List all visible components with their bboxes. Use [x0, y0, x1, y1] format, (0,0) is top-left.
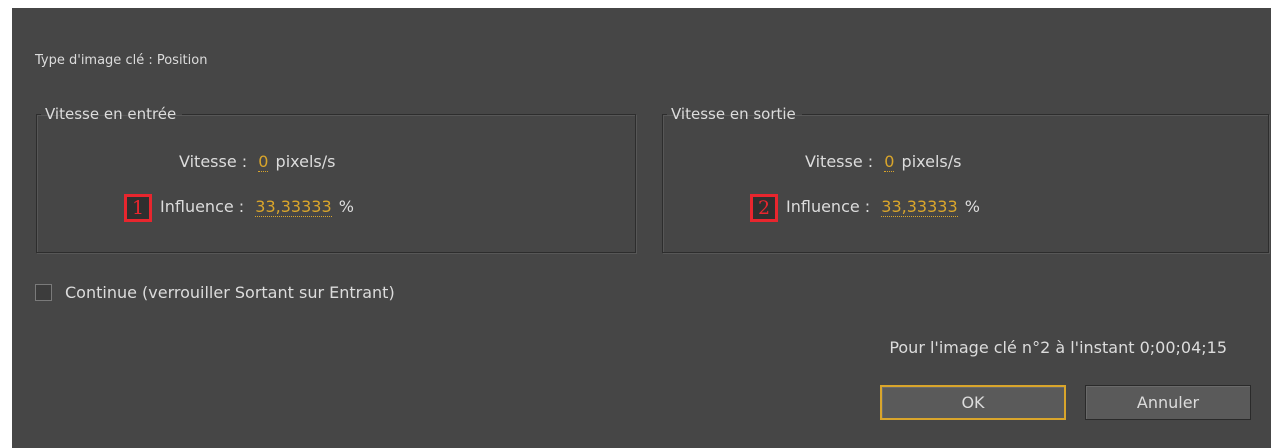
incoming-speed-value[interactable]: 0 — [258, 152, 269, 172]
annotation-marker-2: 2 — [750, 194, 778, 222]
keyframe-type-label: Type d'image clé : Position — [35, 53, 208, 68]
incoming-influence-value[interactable]: 33,33333 — [255, 197, 332, 217]
annotation-marker-1: 1 — [124, 194, 152, 222]
outgoing-velocity-group: Vitesse en sortie — [662, 105, 1269, 253]
incoming-velocity-title: Vitesse en entrée — [45, 105, 177, 123]
outgoing-speed-row: Vitesse : 0 pixels/s — [805, 152, 962, 172]
outgoing-velocity-title: Vitesse en sortie — [671, 105, 796, 123]
continuous-option[interactable]: Continue (verrouiller Sortant sur Entran… — [35, 283, 395, 302]
ok-button[interactable]: OK — [880, 385, 1066, 420]
incoming-influence-row: Influence : 33,33333 % — [160, 197, 354, 217]
incoming-speed-label: Vitesse : — [179, 152, 248, 171]
incoming-influence-label: Influence : — [160, 197, 245, 216]
outgoing-influence-row: Influence : 33,33333 % — [786, 197, 980, 217]
outgoing-speed-label: Vitesse : — [805, 152, 874, 171]
incoming-speed-unit: pixels/s — [275, 152, 336, 171]
outgoing-influence-label: Influence : — [786, 197, 871, 216]
incoming-velocity-group: Vitesse en entrée — [36, 105, 636, 253]
keyframe-instant-info: Pour l'image clé n°2 à l'instant 0;00;04… — [889, 338, 1227, 357]
outgoing-influence-value[interactable]: 33,33333 — [881, 197, 958, 217]
outgoing-speed-value[interactable]: 0 — [884, 152, 895, 172]
continuous-label[interactable]: Continue (verrouiller Sortant sur Entran… — [65, 283, 395, 302]
keyframe-velocity-dialog: Type d'image clé : Position Vitesse en e… — [12, 8, 1271, 448]
incoming-speed-row: Vitesse : 0 pixels/s — [179, 152, 336, 172]
outgoing-influence-unit: % — [964, 197, 980, 216]
continuous-checkbox[interactable] — [35, 284, 52, 301]
outgoing-speed-unit: pixels/s — [901, 152, 962, 171]
cancel-button[interactable]: Annuler — [1085, 385, 1251, 420]
incoming-influence-unit: % — [338, 197, 354, 216]
